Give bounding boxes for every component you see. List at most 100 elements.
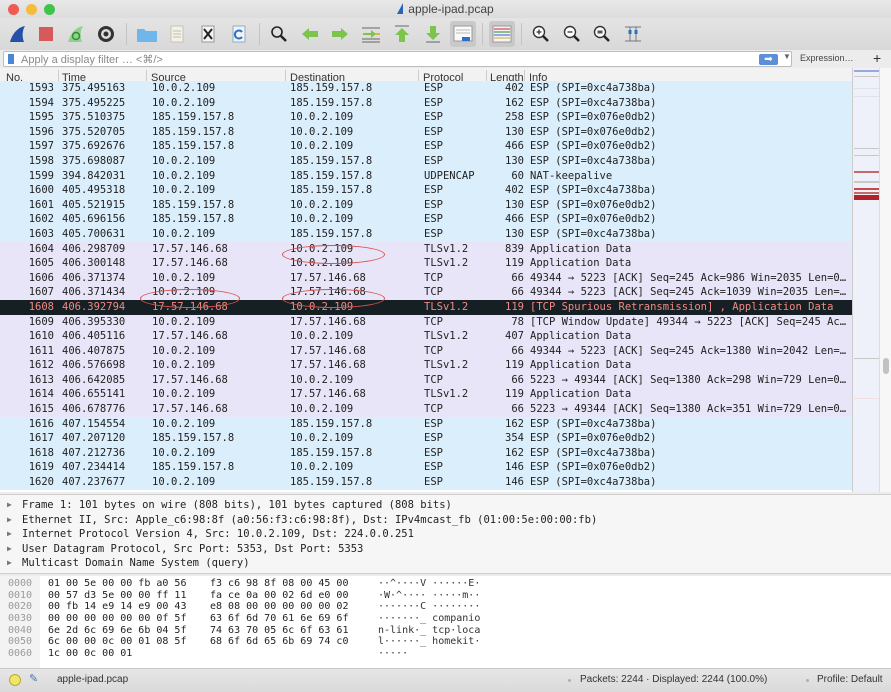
packet-row[interactable]: 1597 375.692676 185.159.157.8 10.0.2.109 ESP… [0, 139, 852, 154]
hex-bytes[interactable]: 1c 00 0c 00 01 [48, 648, 132, 660]
packet-row[interactable]: 1615 406.678776 17.57.146.68 10.0.2.109 TCP 6… [0, 402, 852, 417]
expression-button[interactable]: Expression… [800, 53, 854, 63]
hex-bytes[interactable]: 00 fb 14 e9 14 e9 00 43 [48, 601, 186, 613]
ascii-bytes[interactable]: ·W·^···· ·····m·· [378, 590, 480, 602]
hex-offset[interactable]: 0010 [8, 590, 32, 602]
hex-bytes[interactable]: 68 6f 6d 65 6b 69 74 c0 [210, 636, 348, 648]
normal-size-button[interactable] [589, 21, 615, 47]
hex-bytes[interactable]: 00 00 00 00 00 00 0f 5f [48, 613, 186, 625]
packet-row[interactable]: 1619 407.234414 185.159.157.8 10.0.2.109 ESP… [0, 460, 852, 476]
filter-history-dropdown[interactable]: ▼ [783, 52, 791, 61]
hex-offset[interactable]: 0050 [8, 636, 32, 648]
ascii-bytes[interactable]: ·······_ companio [378, 613, 480, 625]
capture-comment-icon[interactable]: ✎ [29, 672, 38, 685]
status-separator [568, 679, 571, 682]
ascii-bytes[interactable]: n-link·_ tcp·loca [378, 625, 480, 637]
hex-bytes[interactable]: 74 63 70 05 6c 6f 63 61 [210, 625, 348, 637]
hex-bytes[interactable]: fa ce 0a 00 02 6d e0 00 [210, 590, 348, 602]
hex-bytes[interactable]: 6e 2d 6c 69 6e 6b 04 5f [48, 625, 186, 637]
add-filter-button[interactable]: + [873, 50, 881, 66]
start-capture-button[interactable] [4, 21, 30, 47]
packet-row[interactable]: 1614 406.655141 10.0.2.109 17.57.146.68 TLSv… [0, 387, 852, 403]
zoom-out-button[interactable] [559, 21, 585, 47]
packet-row[interactable]: 1620 407.237677 10.0.2.109 185.159.157.8 ESP… [0, 475, 852, 490]
zoom-in-button[interactable] [528, 21, 554, 47]
close-file-button[interactable] [195, 21, 221, 47]
packet-row[interactable]: 1602 405.696156 185.159.157.8 10.0.2.109 ESP… [0, 212, 852, 227]
detail-tree-item[interactable]: ▶ Frame 1: 101 bytes on wire (808 bits), … [0, 498, 597, 513]
resize-columns-button[interactable] [620, 21, 646, 47]
expand-triangle-icon[interactable]: ▶ [7, 513, 12, 528]
save-file-button[interactable] [164, 21, 190, 47]
packet-row[interactable]: 1596 375.520705 185.159.157.8 10.0.2.109 ESP… [0, 124, 852, 140]
ascii-bytes[interactable]: l······_ homekit· [378, 636, 480, 648]
expand-triangle-icon[interactable]: ▶ [7, 556, 12, 571]
packet-row[interactable]: 1606 406.371374 10.0.2.109 17.57.146.68 TCP 6… [0, 270, 852, 286]
hex-bytes[interactable]: 01 00 5e 00 00 fb a0 56 [48, 578, 186, 590]
hex-offset[interactable]: 0040 [8, 625, 32, 637]
packet-row[interactable]: 1612 406.576698 10.0.2.109 17.57.146.68 TLSv… [0, 358, 852, 373]
hex-bytes[interactable]: 6c 00 00 0c 00 01 08 5f [48, 636, 186, 648]
reload-file-button[interactable] [226, 21, 252, 47]
ascii-bytes[interactable]: ····· [378, 648, 408, 660]
packet-list-scrollbar[interactable] [879, 68, 891, 492]
packet-row[interactable]: 1609 406.395330 10.0.2.109 17.57.146.68 TCP 7… [0, 314, 852, 330]
packet-row[interactable]: 1616 407.154554 10.0.2.109 185.159.157.8 ESP… [0, 416, 852, 432]
packet-row[interactable]: 1607 406.371434 10.0.2.109 17.57.146.68 TCP 6… [0, 285, 852, 300]
detail-tree-item[interactable]: ▶ User Datagram Protocol, Src Port: 5353,… [0, 542, 597, 557]
hex-bytes[interactable]: 63 6f 6d 70 61 6e 69 6f [210, 613, 348, 625]
packet-row[interactable]: 1605 406.300148 17.57.146.68 10.0.2.109 TLSv… [0, 256, 852, 271]
packet-row[interactable]: 1594 375.495225 10.0.2.109 185.159.157.8 ESP… [0, 95, 852, 111]
autoscroll-button[interactable] [450, 21, 476, 47]
detail-tree-item[interactable]: ▶ Ethernet II, Src: Apple_c6:98:8f (a0:56… [0, 513, 597, 528]
find-packet-button[interactable] [266, 21, 292, 47]
bookmark-icon[interactable] [8, 54, 14, 64]
go-to-packet-button[interactable] [358, 21, 384, 47]
status-profile[interactable]: Profile: Default [817, 674, 883, 685]
hex-offset[interactable]: 0030 [8, 613, 32, 625]
packet-row-selected[interactable]: 1608 406.392794 17.57.146.68 10.0.2.109 TLSv… [0, 299, 852, 315]
ascii-bytes[interactable]: ·······C ········ [378, 601, 480, 613]
expand-triangle-icon[interactable]: ▶ [7, 527, 12, 542]
detail-tree-item[interactable]: ▶ Internet Protocol Version 4, Src: 10.0.… [0, 527, 597, 542]
packet-row[interactable]: 1598 375.698087 10.0.2.109 185.159.157.8 ESP… [0, 153, 852, 169]
packet-row[interactable]: 1593 375.495163 10.0.2.109 185.159.157.8 ESP… [0, 81, 852, 96]
go-forward-button[interactable] [327, 21, 353, 47]
hex-offset[interactable]: 0020 [8, 601, 32, 613]
packet-row[interactable]: 1618 407.212736 10.0.2.109 185.159.157.8 ESP… [0, 445, 852, 461]
hex-offset[interactable]: 0000 [8, 578, 32, 590]
packet-row[interactable]: 1603 405.700631 10.0.2.109 185.159.157.8 ESP… [0, 226, 852, 242]
status-file-name: apple-ipad.pcap [57, 674, 129, 685]
open-file-button[interactable] [134, 21, 160, 47]
packet-row[interactable]: 1599 394.842031 10.0.2.109 185.159.157.8 UDP… [0, 168, 852, 184]
go-first-button[interactable] [389, 21, 415, 47]
packet-row[interactable]: 1595 375.510375 185.159.157.8 10.0.2.109 ESP… [0, 110, 852, 125]
packet-row[interactable]: 1617 407.207120 185.159.157.8 10.0.2.109 ESP… [0, 431, 852, 446]
hex-bytes[interactable]: 00 57 d3 5e 00 00 ff 11 [48, 590, 186, 602]
expand-triangle-icon[interactable]: ▶ [7, 498, 12, 513]
go-back-button[interactable] [297, 21, 323, 47]
colorize-button[interactable] [489, 21, 515, 47]
display-filter-input[interactable]: Apply a display filter … <⌘/> ➡ ▼ [3, 51, 792, 67]
scrollbar-thumb[interactable] [883, 358, 889, 374]
packet-row[interactable]: 1611 406.407875 10.0.2.109 17.57.146.68 TCP 6… [0, 343, 852, 359]
go-last-button[interactable] [420, 21, 446, 47]
hex-bytes[interactable]: e8 08 00 00 00 00 00 02 [210, 601, 348, 613]
capture-options-button[interactable] [93, 21, 119, 47]
packet-row[interactable]: 1610 406.405116 17.57.146.68 10.0.2.109 TLSv… [0, 329, 852, 344]
ascii-bytes[interactable]: ··^····V ······E· [378, 578, 480, 590]
restart-capture-button[interactable] [62, 21, 88, 47]
packet-row[interactable]: 1601 405.521915 185.159.157.8 10.0.2.109 ESP… [0, 197, 852, 213]
packet-row[interactable]: 1613 406.642085 17.57.146.68 10.0.2.109 TCP 6… [0, 372, 852, 388]
packet-row[interactable]: 1604 406.298709 17.57.146.68 10.0.2.109 TLSv… [0, 241, 852, 257]
packet-minimap[interactable] [852, 68, 879, 492]
packet-row[interactable]: 1600 405.495318 10.0.2.109 185.159.157.8 ESP… [0, 183, 852, 198]
hex-bytes[interactable]: f3 c6 98 8f 08 00 45 00 [210, 578, 348, 590]
stop-capture-button[interactable] [33, 21, 59, 47]
detail-tree-item[interactable]: ▶ Multicast Domain Name System (query) [0, 556, 597, 571]
expand-triangle-icon[interactable]: ▶ [7, 542, 12, 557]
expert-info-icon[interactable] [9, 674, 21, 686]
apply-filter-button[interactable]: ➡ [759, 54, 778, 65]
hex-offset[interactable]: 0060 [8, 648, 32, 660]
packet-protocol: ESP [424, 432, 443, 445]
